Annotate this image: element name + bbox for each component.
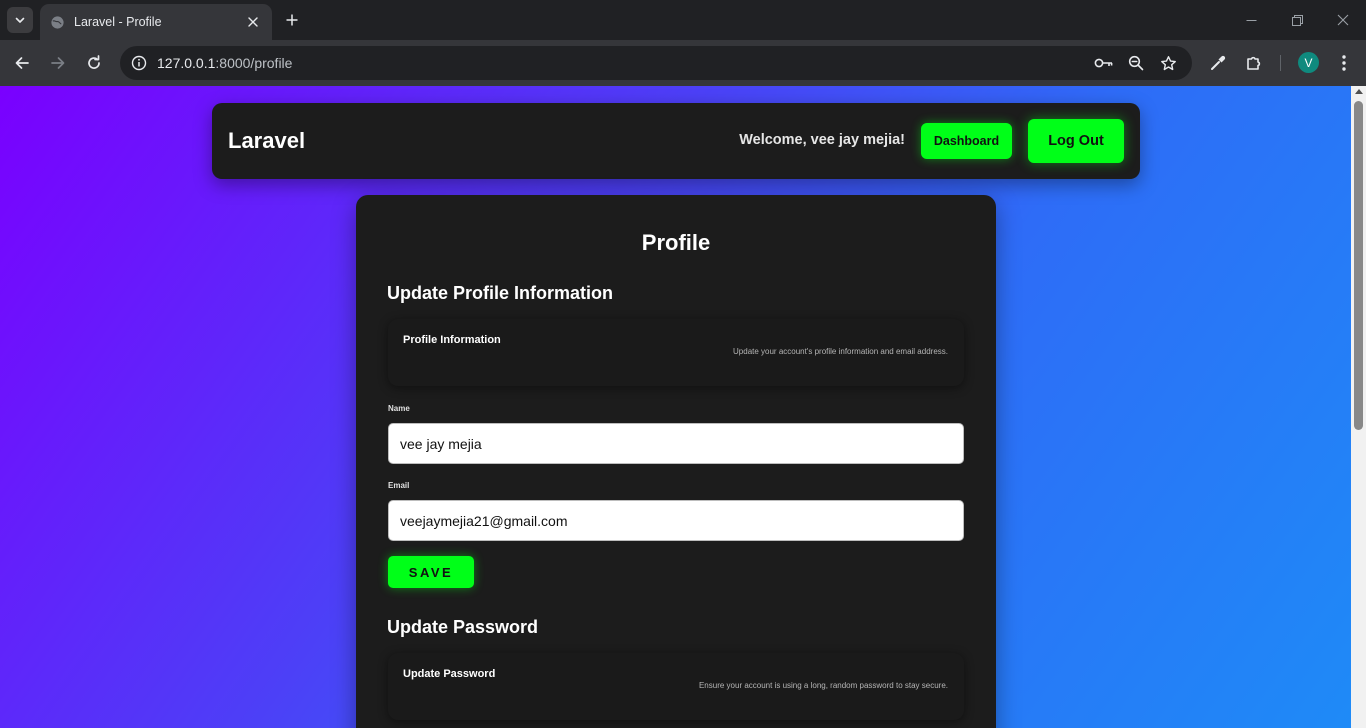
more-menu-icon[interactable] <box>1332 51 1356 75</box>
zoom-icon[interactable] <box>1124 51 1148 75</box>
page-viewport: Laravel Welcome, vee jay mejia! Dashboar… <box>0 86 1366 728</box>
minimize-icon <box>1246 19 1256 21</box>
profile-info-description: Update your account's profile informatio… <box>733 347 948 356</box>
close-icon <box>1337 14 1349 26</box>
email-input[interactable] <box>388 500 964 541</box>
page-scrollbar[interactable] <box>1351 86 1366 728</box>
logout-button[interactable]: Log Out <box>1028 119 1124 163</box>
extensions-puzzle-icon[interactable] <box>1242 51 1266 75</box>
scroll-thumb[interactable] <box>1354 101 1363 430</box>
profile-info-box: Profile Information Update your account'… <box>388 319 964 386</box>
reload-icon <box>88 55 100 69</box>
close-window-button[interactable] <box>1332 9 1354 31</box>
brand-logo[interactable]: Laravel <box>228 128 305 154</box>
scroll-up-arrow-icon[interactable] <box>1355 89 1363 94</box>
tab-profile[interactable]: Laravel - Profile <box>40 4 272 40</box>
forward-button[interactable] <box>46 51 70 75</box>
password-info-title: Update Password <box>403 668 496 680</box>
update-profile-heading: Update Profile Information <box>387 283 614 303</box>
url-text: 127.0.0.1:8000/profile <box>157 55 292 71</box>
bookmark-star-icon[interactable] <box>1156 51 1180 75</box>
arrow-right-icon <box>51 57 65 69</box>
tab-search-button[interactable] <box>7 7 33 33</box>
dashboard-button[interactable]: Dashboard <box>921 123 1012 159</box>
chevron-down-icon <box>15 17 25 23</box>
eyedropper-icon[interactable] <box>1206 51 1230 75</box>
browser-tab-bar: Laravel - Profile <box>0 0 1366 40</box>
password-info-box: Update Password Ensure your account is u… <box>388 653 964 720</box>
update-password-heading: Update Password <box>387 617 539 637</box>
profile-info-title: Profile Information <box>403 334 501 346</box>
tab-title: Laravel - Profile <box>74 15 162 29</box>
profile-card: Profile Update Profile Information Profi… <box>356 195 996 728</box>
globe-icon <box>49 14 65 30</box>
browser-toolbar: 127.0.0.1:8000/profile V <box>0 40 1366 86</box>
page-title: Profile <box>641 230 711 255</box>
password-info-description: Ensure your account is using a long, ran… <box>698 681 948 690</box>
plus-icon <box>286 14 298 26</box>
email-label: Email <box>388 481 410 490</box>
close-tab-icon[interactable] <box>244 13 262 31</box>
site-navbar: Laravel Welcome, vee jay mejia! Dashboar… <box>212 103 1140 179</box>
new-tab-button[interactable] <box>281 9 303 31</box>
site-info-icon[interactable] <box>127 51 151 75</box>
restore-button[interactable] <box>1286 9 1308 31</box>
minimize-button[interactable] <box>1240 9 1262 31</box>
arrow-left-icon <box>15 57 29 69</box>
url-path: :8000/profile <box>215 55 293 71</box>
reload-button[interactable] <box>82 51 106 75</box>
restore-icon <box>1291 14 1303 26</box>
key-icon[interactable] <box>1092 51 1116 75</box>
url-host: 127.0.0.1 <box>157 55 216 71</box>
profile-avatar[interactable]: V <box>1298 52 1319 73</box>
toolbar-divider <box>1280 55 1281 71</box>
name-input[interactable] <box>388 423 964 464</box>
address-bar[interactable]: 127.0.0.1:8000/profile <box>120 46 1192 80</box>
name-label: Name <box>388 404 410 413</box>
welcome-message: Welcome, vee jay mejia! <box>739 132 905 148</box>
back-button[interactable] <box>10 51 34 75</box>
save-button[interactable]: SAVE <box>388 556 474 588</box>
